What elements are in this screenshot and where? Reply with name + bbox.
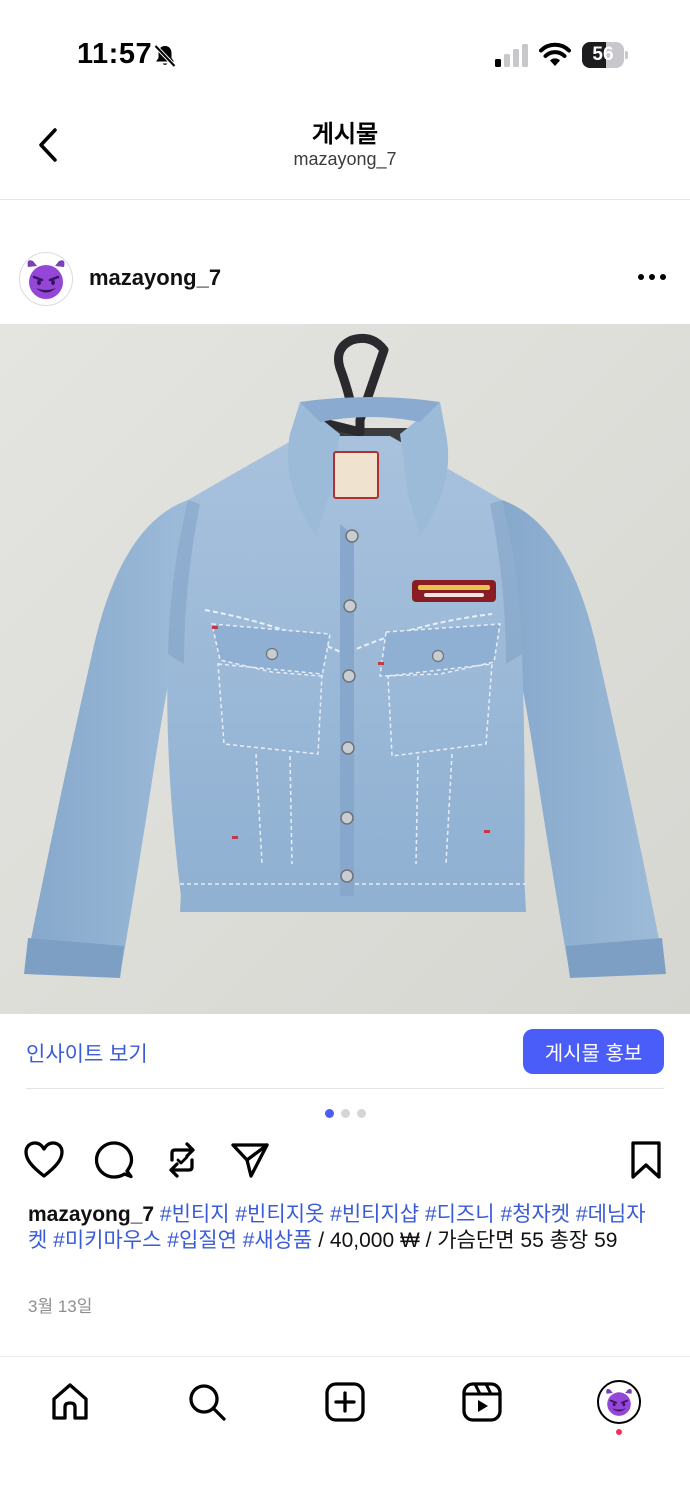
bookmark-icon <box>631 1141 661 1179</box>
status-bar: 11:57 56 <box>0 0 690 100</box>
tab-profile[interactable] <box>594 1377 644 1427</box>
status-time: 11:57 <box>77 38 153 70</box>
tab-create[interactable] <box>320 1377 370 1427</box>
carousel-dot <box>340 1109 350 1118</box>
post-date: 3월 13일 <box>28 1297 93 1316</box>
battery-level: 56 <box>592 44 614 65</box>
caption-text: / 40,000 ₩ / 가슴단면 55 총장 59 <box>312 1229 618 1252</box>
post-caption: mazayong_7 #빈티지 #빈티지옷 #빈티지샵 #디즈니 #청자켓 #데… <box>28 1202 664 1254</box>
comment-button[interactable] <box>92 1138 136 1182</box>
bookmark-button[interactable] <box>624 1138 668 1182</box>
smiling-devil-emoji-icon <box>606 1389 632 1416</box>
notification-dot <box>616 1429 622 1435</box>
profile-avatar <box>597 1380 641 1424</box>
comment-icon <box>94 1141 134 1179</box>
tab-search[interactable] <box>182 1377 232 1427</box>
repost-button[interactable] <box>160 1138 204 1182</box>
battery-icon: 56 <box>582 42 628 68</box>
carousel-dot <box>324 1109 334 1118</box>
smiling-devil-emoji-icon <box>27 260 65 299</box>
post-image[interactable] <box>0 324 690 1014</box>
search-icon <box>189 1384 226 1421</box>
home-icon <box>52 1383 88 1420</box>
signal-icon <box>494 42 528 68</box>
carousel-indicator <box>0 1109 690 1119</box>
create-icon <box>325 1382 365 1422</box>
wifi-icon <box>539 41 571 67</box>
post-username[interactable]: mazayong_7 <box>89 265 221 291</box>
like-button[interactable] <box>22 1138 66 1182</box>
share-button[interactable] <box>228 1138 272 1182</box>
promote-post-button[interactable]: 게시물 홍보 <box>523 1029 664 1074</box>
tab-bar <box>0 1356 690 1500</box>
nav-header: 게시물 mazayong_7 <box>0 100 690 200</box>
send-icon <box>231 1143 269 1178</box>
insight-row: 인사이트 보기 게시물 홍보 <box>0 1014 690 1090</box>
bell-slash-icon <box>152 43 178 69</box>
avatar[interactable] <box>19 252 73 306</box>
tab-reels[interactable] <box>457 1377 507 1427</box>
page-subtitle: mazayong_7 <box>293 149 397 169</box>
more-options-button[interactable] <box>630 262 674 292</box>
heart-icon <box>24 1141 64 1178</box>
caption-username[interactable]: mazayong_7 <box>28 1203 154 1226</box>
post-header: mazayong_7 <box>0 200 690 324</box>
page-title: 게시물 <box>311 121 379 148</box>
ellipsis-icon <box>638 274 666 280</box>
tab-home[interactable] <box>45 1377 95 1427</box>
action-bar <box>0 1138 690 1188</box>
view-insights-link[interactable]: 인사이트 보기 <box>26 1038 148 1068</box>
reels-icon <box>462 1382 502 1422</box>
divider <box>26 1088 664 1089</box>
repost-icon <box>169 1142 195 1178</box>
carousel-dot <box>356 1109 366 1118</box>
